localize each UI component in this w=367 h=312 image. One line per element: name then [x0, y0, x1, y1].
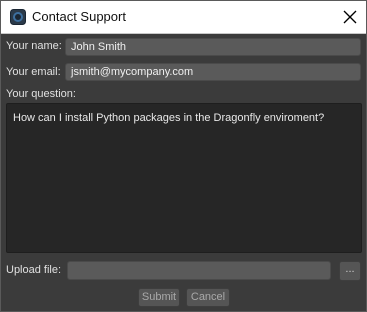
contact-support-dialog: Contact Support Your name: John Smith Yo…: [0, 0, 367, 312]
name-field[interactable]: John Smith: [65, 38, 361, 56]
email-label: Your email:: [6, 66, 61, 78]
question-label: Your question:: [6, 88, 76, 100]
window-title: Contact Support: [32, 9, 126, 24]
question-textarea[interactable]: How can I install Python packages in the…: [6, 103, 362, 253]
close-icon[interactable]: [334, 1, 366, 33]
name-label: Your name:: [6, 40, 62, 52]
browse-button[interactable]: ...: [339, 261, 361, 281]
email-field[interactable]: jsmith@mycompany.com: [65, 63, 361, 81]
upload-file-field[interactable]: [67, 261, 331, 280]
title-bar: Contact Support: [1, 1, 366, 34]
upload-label: Upload file:: [6, 264, 62, 276]
cancel-button[interactable]: Cancel: [186, 288, 230, 307]
submit-button[interactable]: Submit: [138, 288, 180, 307]
app-icon: [10, 9, 26, 25]
